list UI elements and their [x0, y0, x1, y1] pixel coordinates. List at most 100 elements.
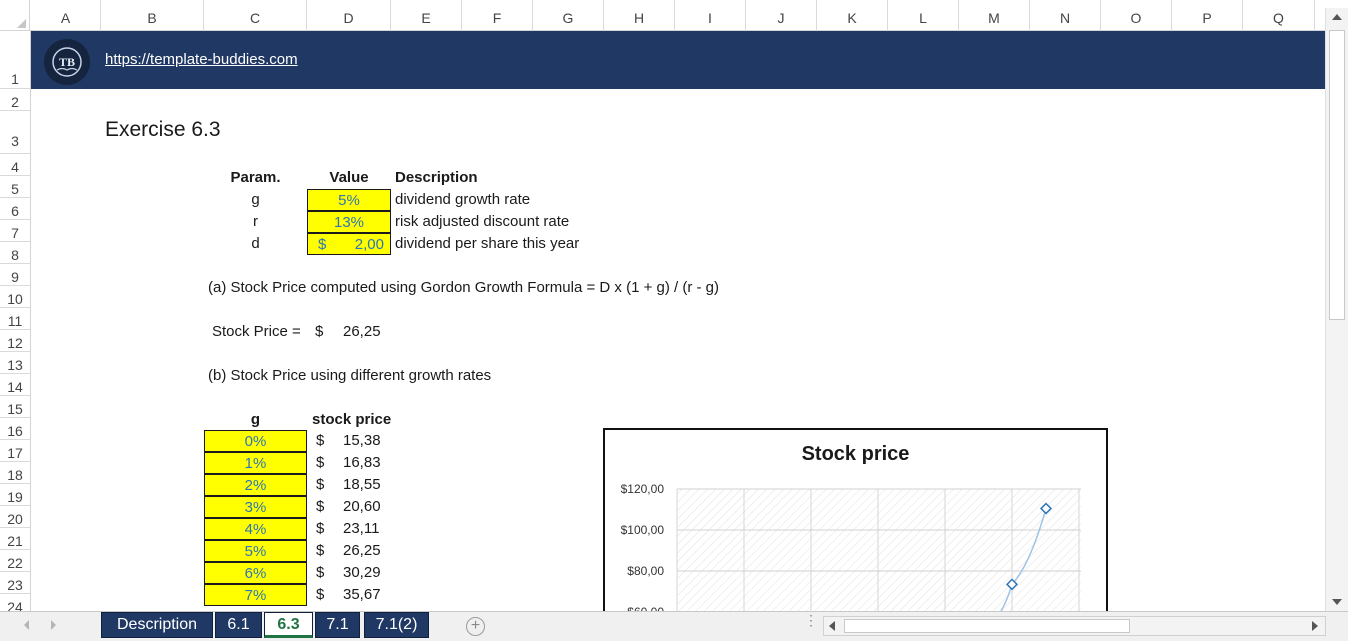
column-header-a[interactable]: A	[31, 0, 101, 31]
growth-rate-input[interactable]: 0%	[204, 430, 307, 452]
param-value-input[interactable]: 5%	[307, 189, 391, 211]
column-header-c[interactable]: C	[204, 0, 307, 31]
horizontal-scroll-thumb[interactable]	[844, 619, 1130, 633]
vertical-scroll-thumb[interactable]	[1329, 30, 1345, 320]
website-link[interactable]: https://template-buddies.com	[105, 51, 298, 68]
growth-rate-input[interactable]: 7%	[204, 584, 307, 606]
growth-rate-input[interactable]: 4%	[204, 518, 307, 540]
row-header[interactable]: 8	[0, 242, 30, 264]
growth-header: g	[250, 411, 261, 428]
previous-sheet-icon[interactable]	[24, 620, 29, 630]
currency-symbol: $	[316, 432, 325, 449]
stock-price-chart[interactable]: Stock price $120,00$100,00$80,00$60,00	[603, 428, 1108, 611]
column-header-k[interactable]: K	[817, 0, 888, 31]
row-header[interactable]: 17	[0, 440, 30, 462]
logo-icon: TB	[44, 39, 90, 85]
growth-rate-input[interactable]: 3%	[204, 496, 307, 518]
stock-price-cell: 20,60	[343, 498, 381, 515]
row-header[interactable]: 15	[0, 396, 30, 418]
param-value-input[interactable]: $ 2,00	[307, 233, 391, 255]
row-header[interactable]: 23	[0, 572, 30, 594]
stock-price-cell: 30,29	[343, 564, 381, 581]
row-header[interactable]: 4	[0, 154, 30, 176]
header-banner: TB https://template-buddies.com	[31, 31, 1325, 89]
currency-symbol: $	[316, 498, 325, 515]
row-header[interactable]: 1	[0, 31, 30, 89]
param-description: risk adjusted discount rate	[395, 213, 570, 230]
sheet-tab-6-1[interactable]: 6.1	[215, 612, 262, 638]
column-header-i[interactable]: I	[675, 0, 746, 31]
param-description: dividend growth rate	[395, 191, 531, 208]
row-header[interactable]: 16	[0, 418, 30, 440]
column-header-n[interactable]: N	[1030, 0, 1101, 31]
currency-symbol: $	[316, 586, 325, 603]
next-sheet-icon[interactable]	[51, 620, 56, 630]
scroll-up-icon[interactable]	[1332, 14, 1342, 20]
row-header[interactable]: 13	[0, 352, 30, 374]
svg-text:TB: TB	[59, 55, 75, 69]
part-a-heading: (a) Stock Price computed using Gordon Gr…	[208, 279, 720, 296]
growth-rate-input[interactable]: 6%	[204, 562, 307, 584]
row-header[interactable]: 6	[0, 198, 30, 220]
column-header-p[interactable]: P	[1172, 0, 1243, 31]
column-header-o[interactable]: O	[1101, 0, 1172, 31]
vertical-scrollbar[interactable]	[1325, 8, 1348, 611]
param-name: g	[251, 191, 260, 208]
row-header[interactable]: 7	[0, 220, 30, 242]
column-header-l[interactable]: L	[888, 0, 959, 31]
param-value-input[interactable]: 13%	[307, 211, 391, 233]
growth-rate-input[interactable]: 2%	[204, 474, 307, 496]
row-header[interactable]: 11	[0, 308, 30, 330]
column-header-j[interactable]: J	[746, 0, 817, 31]
column-header-e[interactable]: E	[391, 0, 462, 31]
sheet-tab-6-3[interactable]: 6.3	[264, 612, 313, 638]
stock-price-cell: 26,25	[343, 542, 381, 559]
row-header[interactable]: 5	[0, 176, 30, 198]
column-header-h[interactable]: H	[604, 0, 675, 31]
column-header-m[interactable]: M	[959, 0, 1030, 31]
scroll-right-icon[interactable]	[1312, 621, 1318, 631]
row-header[interactable]: 2	[0, 89, 30, 111]
row-header[interactable]: 22	[0, 550, 30, 572]
sheet-tab-7-1[interactable]: 7.1	[315, 612, 360, 638]
stock-price-header: stock price	[312, 411, 392, 428]
row-header[interactable]: 10	[0, 286, 30, 308]
row-header[interactable]: 14	[0, 374, 30, 396]
sheet-tab-description[interactable]: Description	[101, 612, 213, 638]
column-header-g[interactable]: G	[533, 0, 604, 31]
row-header[interactable]: 21	[0, 528, 30, 550]
growth-rate-input[interactable]: 5%	[204, 540, 307, 562]
growth-rate-input[interactable]: 1%	[204, 452, 307, 474]
scroll-left-icon[interactable]	[829, 621, 835, 631]
currency-symbol: $	[315, 323, 324, 340]
row-header[interactable]: 12	[0, 330, 30, 352]
column-header-f[interactable]: F	[462, 0, 533, 31]
column-header-d[interactable]: D	[307, 0, 391, 31]
horizontal-scrollbar[interactable]	[823, 616, 1326, 636]
description-header: Description	[395, 169, 478, 186]
param-description: dividend per share this year	[395, 235, 580, 252]
row-header[interactable]: 18	[0, 462, 30, 484]
row-header[interactable]: 3	[0, 111, 30, 154]
currency-symbol: $	[316, 476, 325, 493]
add-sheet-button[interactable]: +	[466, 617, 485, 636]
row-header[interactable]: 9	[0, 264, 30, 286]
row-header[interactable]: 20	[0, 506, 30, 528]
y-tick-label: $100,00	[621, 523, 665, 537]
scroll-down-icon[interactable]	[1332, 599, 1342, 605]
currency-symbol: $	[316, 520, 325, 537]
column-header-b[interactable]: B	[101, 0, 204, 31]
select-all-corner[interactable]	[0, 0, 30, 31]
row-header[interactable]: 19	[0, 484, 30, 506]
row-header[interactable]: 24	[0, 594, 30, 611]
sheet-grid[interactable]: TB https://template-buddies.com Exercise…	[31, 31, 1325, 611]
sheet-tab-7-1-2[interactable]: 7.1(2)	[364, 612, 429, 638]
plot-area	[677, 489, 1081, 611]
chart-plot: $120,00$100,00$80,00$60,00	[621, 482, 1081, 611]
param-value: 2,00	[354, 236, 384, 253]
stock-price-cell: 23,11	[343, 520, 380, 537]
splitter-handle-icon[interactable]: ⋮	[804, 613, 818, 627]
row-headers: 1 2 3 4 5 6 7 8 9 10 11 12 13 14 15 16 1…	[0, 31, 31, 611]
value-header: Value	[329, 169, 369, 186]
column-header-q[interactable]: Q	[1243, 0, 1315, 31]
